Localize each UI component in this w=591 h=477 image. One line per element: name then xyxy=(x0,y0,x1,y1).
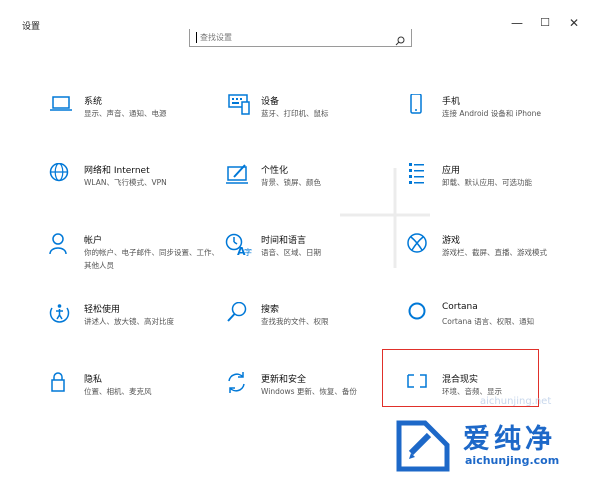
search-icon[interactable] xyxy=(395,31,405,50)
watermark-logo-icon xyxy=(395,415,453,473)
title-bar: 设置 — ☐ ✕ xyxy=(0,0,591,32)
watermark-lines xyxy=(340,168,430,268)
watermark-url: aichunjing.com xyxy=(465,454,560,467)
maximize-button[interactable]: ☐ xyxy=(534,14,556,32)
tile-desc: 游戏栏、截屏、直播、游戏模式 xyxy=(442,248,547,257)
tile-cortana[interactable]: Cortana Cortana 语言、权限、通知 xyxy=(406,302,581,352)
tile-desc: 你的帐户、电子邮件、同步设置、工作、其他人员 xyxy=(84,248,219,270)
tile-name: 应用 xyxy=(442,166,461,176)
tile-system[interactable]: 系统 显示、声音、通知、电源 xyxy=(48,94,223,144)
watermark-faint-url: aichunjing.net xyxy=(480,396,552,407)
search-icon xyxy=(225,301,255,332)
search-box[interactable]: 查找设置 xyxy=(189,29,412,47)
tile-name: 网络和 Internet xyxy=(84,166,150,176)
tile-name: 隐私 xyxy=(84,375,103,385)
tile-name: 搜索 xyxy=(261,305,280,315)
tile-desc: 卸载、默认应用、可选功能 xyxy=(442,178,532,187)
text-caret xyxy=(196,32,197,43)
tile-name: 轻松使用 xyxy=(84,305,121,315)
tile-name: 帐户 xyxy=(84,236,103,246)
tile-update-security[interactable]: 更新和安全 Windows 更新、恢复、备份 xyxy=(225,372,400,422)
tile-desc: 讲述人、放大镜、高对比度 xyxy=(84,317,174,326)
tile-gaming[interactable]: 游戏 游戏栏、截屏、直播、游戏模式 xyxy=(406,233,581,283)
tile-apps[interactable]: 应用 卸载、默认应用、可选功能 xyxy=(406,163,581,213)
tile-name: 系统 xyxy=(84,97,103,107)
watermark-name: 爱纯净 xyxy=(463,424,556,455)
tile-name: 游戏 xyxy=(442,236,461,246)
tile-name: 手机 xyxy=(442,97,461,107)
tile-desc: 位置、相机、麦克风 xyxy=(84,387,152,396)
tile-desc: WLAN、飞行模式、VPN xyxy=(84,178,167,187)
laptop-icon xyxy=(48,94,78,124)
tile-desc: Windows 更新、恢复、备份 xyxy=(261,387,357,396)
phone-icon xyxy=(406,93,436,124)
tile-search[interactable]: 搜索 查找我的文件、权限 xyxy=(225,301,400,352)
keyboard-icon xyxy=(225,94,255,124)
person-icon xyxy=(48,233,78,263)
svg-text:字: 字 xyxy=(244,247,252,257)
tile-desc: 显示、声音、通知、电源 xyxy=(84,109,167,118)
search-placeholder: 查找设置 xyxy=(200,33,232,42)
paint-icon xyxy=(225,163,255,193)
tile-name: 个性化 xyxy=(261,166,289,176)
globe-icon xyxy=(48,162,78,193)
tile-desc: Cortana 语言、权限、通知 xyxy=(442,317,535,326)
tile-name: Cortana xyxy=(442,302,478,312)
tile-name: 时间和语言 xyxy=(261,236,307,246)
watermark: 爱纯净 aichunjing.com xyxy=(395,415,591,474)
sync-icon xyxy=(225,372,255,402)
tile-network[interactable]: 网络和 Internet WLAN、飞行模式、VPN xyxy=(48,162,223,213)
tile-privacy[interactable]: 隐私 位置、相机、麦克风 xyxy=(48,372,223,422)
tile-name: 更新和安全 xyxy=(261,375,307,385)
tile-accounts[interactable]: 帐户 你的帐户、电子邮件、同步设置、工作、其他人员 xyxy=(48,233,223,283)
tile-phone[interactable]: 手机 连接 Android 设备和 iPhone xyxy=(406,93,581,144)
tile-ease-of-access[interactable]: 轻松使用 讲述人、放大镜、高对比度 xyxy=(48,302,223,352)
close-button[interactable]: ✕ xyxy=(563,14,585,32)
tile-desc: 蓝牙、打印机、鼠标 xyxy=(261,109,329,118)
time-language-icon: A字 xyxy=(225,233,255,263)
tile-name: 设备 xyxy=(261,97,280,107)
tile-desc: 查找我的文件、权限 xyxy=(261,317,329,326)
ease-of-access-icon xyxy=(48,302,78,332)
tile-desc: 连接 Android 设备和 iPhone xyxy=(442,109,541,118)
window-title: 设置 xyxy=(22,22,41,32)
minimize-button[interactable]: — xyxy=(506,14,528,32)
tile-devices[interactable]: 设备 蓝牙、打印机、鼠标 xyxy=(225,94,400,144)
cortana-icon xyxy=(406,302,436,332)
lock-icon xyxy=(48,372,78,402)
